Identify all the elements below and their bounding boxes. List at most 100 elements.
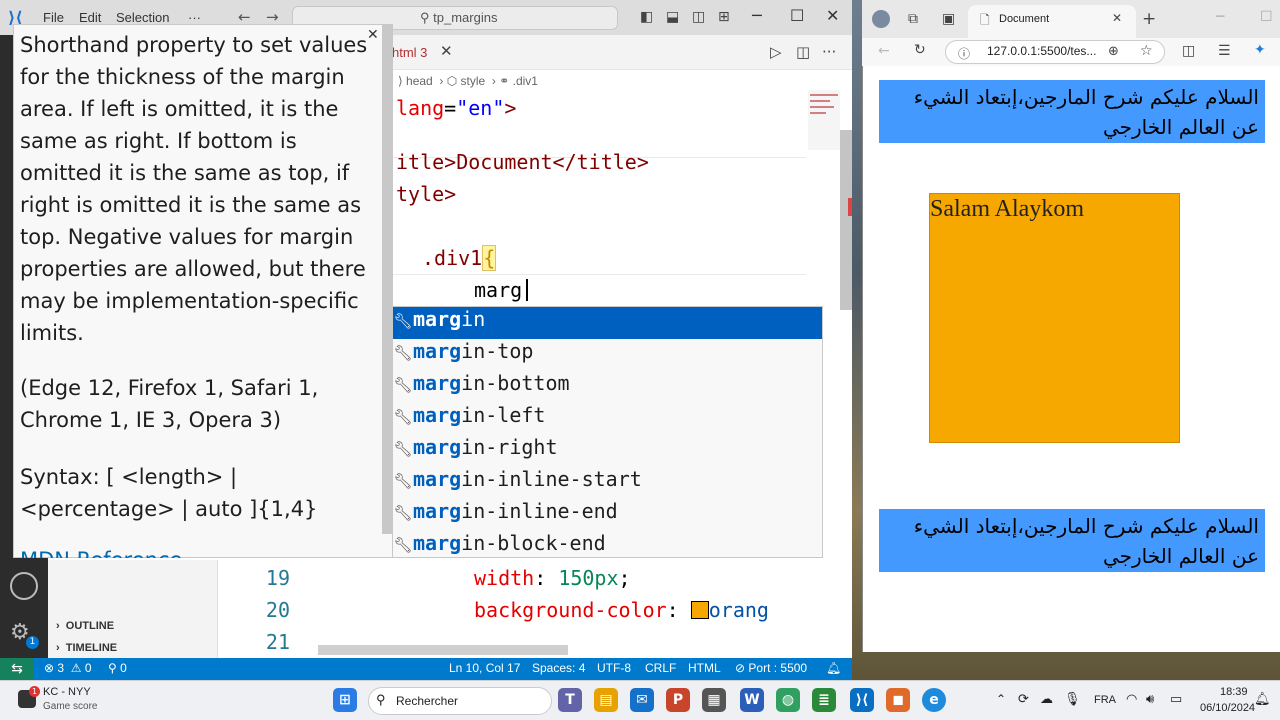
suggestion-item-margin-inline-end[interactable]: 🔧︎margin-inline-end bbox=[393, 499, 822, 531]
browser-minimize-icon[interactable]: ─ bbox=[1216, 9, 1224, 25]
doc-mdn-link[interactable]: MDN Reference bbox=[20, 544, 372, 558]
editor-tab-bar bbox=[392, 35, 852, 70]
toggle-sidebar-icon[interactable]: ◧ bbox=[640, 9, 653, 25]
tab-index-html[interactable]: html 3 bbox=[392, 45, 427, 60]
info-icon[interactable]: ⓘ bbox=[958, 45, 970, 62]
minimize-icon[interactable]: ─ bbox=[752, 6, 762, 25]
mail-icon[interactable]: ✉ bbox=[630, 688, 654, 712]
favorites-icon[interactable]: ☰ bbox=[1218, 43, 1231, 59]
file-explorer-icon[interactable]: ▤ bbox=[594, 688, 618, 712]
profile-avatar[interactable] bbox=[872, 10, 890, 28]
ports-indicator[interactable]: ⚲ 0 bbox=[108, 661, 127, 675]
breadcrumb-style[interactable]: › ⬡ style bbox=[439, 74, 485, 88]
vscode-taskbar-icon[interactable]: ⟩⟨ bbox=[850, 688, 874, 712]
timeline-section[interactable]: › TIMELINE bbox=[56, 642, 117, 654]
widget-title[interactable]: KC - NYY bbox=[43, 686, 91, 698]
problems-indicator[interactable]: ⊗ 3 ⚠ 0 bbox=[44, 661, 92, 675]
language-indicator[interactable]: FRA bbox=[1094, 694, 1116, 706]
blue-paragraph-top: السلام عليكم شرح المارجين،إبتعاد الشيء ع… bbox=[879, 80, 1265, 143]
wrench-icon: 🔧︎ bbox=[393, 472, 413, 490]
clock-date[interactable]: 06/10/2024 bbox=[1200, 702, 1255, 714]
status-bar bbox=[0, 658, 852, 680]
minimap[interactable] bbox=[808, 90, 840, 150]
notification-center-icon[interactable]: 🔔︎ bbox=[1254, 691, 1271, 707]
wifi-icon[interactable]: ◠ bbox=[1126, 691, 1137, 707]
volume-icon[interactable]: 🔊︎ bbox=[1146, 691, 1154, 707]
customize-layout-icon[interactable]: ⊞ bbox=[718, 9, 730, 25]
zoom-icon[interactable]: ⊕ bbox=[1108, 44, 1119, 59]
browser-tab-title: Document bbox=[999, 13, 1050, 25]
color-swatch-icon[interactable] bbox=[690, 601, 709, 619]
account-icon[interactable] bbox=[10, 572, 38, 600]
line-ending[interactable]: CRLF bbox=[645, 661, 676, 675]
app-taskbar-icon[interactable]: ◼ bbox=[886, 688, 910, 712]
workspaces-icon[interactable]: ⧉ bbox=[908, 11, 918, 27]
breadcrumb: ⟩ head › ⬡ style › ⚭ .div1 bbox=[398, 74, 538, 88]
globe-app-icon[interactable]: ◍ bbox=[776, 688, 800, 712]
run-icon[interactable]: ▷ bbox=[770, 43, 782, 61]
widget-badge: 1 bbox=[29, 686, 40, 697]
split-screen-icon[interactable]: ◫ bbox=[1182, 43, 1195, 59]
menu-more[interactable]: ··· bbox=[188, 10, 201, 25]
split-editor-icon[interactable]: ◫ bbox=[796, 43, 810, 61]
sync-icon[interactable]: ⟳ bbox=[1018, 691, 1029, 707]
indentation[interactable]: Spaces: 4 bbox=[532, 661, 585, 675]
remote-indicator[interactable]: ⇆ bbox=[0, 658, 34, 680]
calculator-icon[interactable]: ▦ bbox=[702, 688, 726, 712]
notifications-bell-icon[interactable]: 🔔︎ bbox=[826, 661, 841, 675]
start-button-icon[interactable]: ⊞ bbox=[333, 688, 357, 712]
wrench-icon: 🔧︎ bbox=[393, 344, 413, 362]
tab-close-icon[interactable]: ✕ bbox=[440, 42, 453, 60]
outline-section[interactable]: › OUTLINE bbox=[56, 620, 114, 632]
wrench-icon: 🔧︎ bbox=[393, 408, 413, 426]
suggestion-item-margin-right[interactable]: 🔧︎margin-right bbox=[393, 435, 822, 467]
favorite-star-icon[interactable]: ☆ bbox=[1140, 43, 1153, 59]
language-mode[interactable]: HTML bbox=[688, 661, 721, 675]
menu-selection[interactable]: Selection bbox=[116, 10, 169, 25]
suggestion-item-margin-left[interactable]: 🔧︎margin-left bbox=[393, 403, 822, 435]
browser-tab-document[interactable] bbox=[968, 5, 1136, 38]
browser-back-icon[interactable]: ← bbox=[878, 43, 890, 59]
wrench-icon: 🔧︎ bbox=[393, 536, 413, 554]
toggle-secondary-sidebar-icon[interactable]: ◫ bbox=[692, 9, 705, 25]
notepad-app-icon[interactable]: ≣ bbox=[812, 688, 836, 712]
teams-icon[interactable]: T bbox=[558, 688, 582, 712]
settings-badge: 1 bbox=[26, 636, 39, 649]
maximize-icon[interactable]: ☐ bbox=[790, 6, 804, 25]
suggestion-item-margin-inline-start[interactable]: 🔧︎margin-inline-start bbox=[393, 467, 822, 499]
powerpoint-icon[interactable]: P bbox=[666, 688, 690, 712]
word-icon[interactable]: W bbox=[740, 688, 764, 712]
battery-icon[interactable]: ▭ bbox=[1170, 691, 1182, 707]
live-server-port[interactable]: ⊘ Port : 5500 bbox=[735, 661, 807, 675]
breadcrumb-head[interactable]: ⟩ head bbox=[398, 74, 433, 88]
new-tab-icon[interactable]: + bbox=[1142, 9, 1156, 29]
onedrive-cloud-icon[interactable]: ☁ bbox=[1040, 691, 1053, 707]
doc-scrollbar[interactable] bbox=[382, 24, 392, 534]
suggestion-item-margin-block-end[interactable]: 🔧︎margin-block-end bbox=[393, 531, 822, 563]
code-line-selector: .div1{ bbox=[422, 245, 497, 271]
code-line-typing: marg bbox=[474, 278, 523, 302]
editor-horizontal-scrollbar[interactable] bbox=[318, 645, 568, 655]
breadcrumb-div1[interactable]: › ⚭ .div1 bbox=[492, 74, 538, 88]
menu-file[interactable]: File bbox=[43, 10, 64, 25]
doc-close-icon[interactable]: ✕ bbox=[367, 27, 379, 43]
clock-time[interactable]: 18:39 bbox=[1220, 686, 1248, 698]
close-window-icon[interactable]: ✕ bbox=[826, 6, 839, 25]
refresh-icon[interactable]: ↻ bbox=[914, 42, 926, 58]
menu-edit[interactable]: Edit bbox=[79, 10, 101, 25]
copilot-icon[interactable]: ✦ bbox=[1254, 42, 1266, 58]
suggestion-item-margin-top[interactable]: 🔧︎margin-top bbox=[393, 339, 822, 371]
encoding[interactable]: UTF-8 bbox=[597, 661, 631, 675]
browser-maximize-icon[interactable]: ☐ bbox=[1260, 9, 1273, 25]
toggle-panel-icon[interactable]: ⬓ bbox=[666, 9, 679, 25]
tab-close-icon[interactable]: ✕ bbox=[1112, 11, 1122, 25]
suggestion-item-margin-bottom[interactable]: 🔧︎margin-bottom bbox=[393, 371, 822, 403]
edge-taskbar-icon[interactable]: e bbox=[922, 688, 946, 712]
cursor-position[interactable]: Ln 10, Col 17 bbox=[449, 661, 520, 675]
tray-chevron-icon[interactable]: ⌃ bbox=[996, 692, 1006, 706]
tab-actions-icon[interactable]: ▣ bbox=[942, 11, 955, 27]
more-actions-icon[interactable]: ··· bbox=[822, 43, 836, 61]
editor-vertical-scrollbar[interactable] bbox=[840, 130, 852, 310]
suggestion-item-margin[interactable]: 🔧︎margin bbox=[393, 307, 822, 339]
microphone-icon[interactable]: 🎙︎ bbox=[1064, 691, 1081, 707]
